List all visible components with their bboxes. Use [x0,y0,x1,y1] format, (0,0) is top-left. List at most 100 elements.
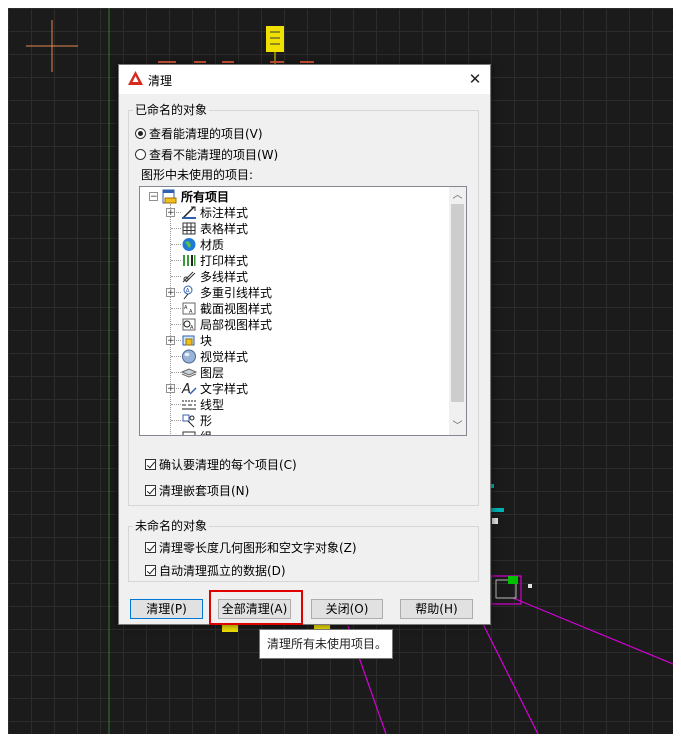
all-items-icon [162,189,177,203]
radio-label: 查看不能清理的项目(W) [149,148,279,162]
close-icon[interactable]: ✕ [464,68,486,90]
tree-item[interactable]: 材质 [181,236,224,252]
purge-button[interactable]: 清理(P) [130,599,203,619]
tree-item[interactable]: A 文字样式 [181,380,248,396]
tree-item[interactable]: 多线样式 [181,268,248,284]
tree-item-label: 多重引线样式 [200,285,273,300]
checkbox-label: 清理零长度几何图形和空文字对象(Z) [159,541,357,555]
tree-scrollbar[interactable]: ︿ ﹀ [449,187,466,435]
tree-item[interactable]: 表格样式 [181,220,248,236]
radio-view-unpurgeable[interactable]: 查看不能清理的项目(W) [135,146,278,163]
checkbox-label: 清理嵌套项目(N) [159,484,250,498]
unnamed-objects-label: 未命名的对象 [133,517,210,534]
radio-view-purgeable[interactable]: 查看能清理的项目(V) [135,125,263,142]
yellow-block-top [266,26,284,64]
tree-guide-line [171,244,181,245]
scroll-thumb[interactable] [451,204,464,402]
tree-item[interactable]: 组 [181,428,212,436]
check-zero-length[interactable]: 清理零长度几何图形和空文字对象(Z) [145,539,357,556]
tree-item-label: 打印样式 [200,253,249,268]
tree-item[interactable]: 标注样式 [181,204,248,220]
radio-indicator[interactable] [135,149,146,160]
linetype-icon [182,400,196,409]
tree-item-label: 标注样式 [200,205,249,220]
checkbox-indicator[interactable] [145,485,156,496]
multileader-style-icon: A [183,285,193,299]
checkbox-indicator[interactable] [145,459,156,470]
tree-item[interactable]: 打印样式 [181,252,248,268]
tree-item-label: 材质 [200,237,225,252]
tree-item-label: 视觉样式 [200,349,249,364]
layer-icon [181,367,197,378]
group-icon [182,431,196,435]
tree-item-label: 截面视图样式 [200,301,273,316]
text-style-icon: A [181,382,197,396]
block-icon [182,335,195,345]
check-confirm-each[interactable]: 确认要清理的每个项目(C) [145,456,297,473]
tree-item[interactable]: 视觉样式 [181,348,248,364]
tree-item-label: 表格样式 [200,221,249,236]
tree-root[interactable]: 所有项目 [162,188,229,204]
tree-guide-line [171,356,181,357]
tree-guide-line [171,308,181,309]
radio-label: 查看能清理的项目(V) [149,127,263,141]
tree-guide-line [171,324,181,325]
scroll-down-arrow-icon[interactable]: ﹀ [449,418,466,435]
table-style-icon [182,222,196,234]
tree-item[interactable]: A 多重引线样式 [181,284,272,300]
tree-item-label: 组 [200,428,212,436]
tree-guide-line [170,204,171,435]
tree-item[interactable]: A 局部视图样式 [181,316,272,332]
detail-view-style-icon: A [182,318,196,331]
dimension-style-icon [182,205,196,219]
material-globe-icon [182,237,196,251]
section-view-style-icon: AA [182,302,196,315]
highlight-frame [209,590,303,625]
tree-root-label: 所有项目 [181,189,230,204]
purge-all-tooltip: 清理所有未使用项目。 [259,629,393,659]
tree-item-label: 图层 [200,365,225,380]
tree-expand-icon[interactable]: + [166,336,175,346]
svg-text:A: A [189,309,193,315]
svg-text:A: A [190,325,194,331]
radio-indicator[interactable] [135,128,146,139]
crosshair-cursor-icon [26,20,78,72]
close-button[interactable]: 关闭(O) [311,599,383,619]
named-objects-label: 已命名的对象 [133,101,210,118]
tree-item[interactable]: 线型 [181,396,224,412]
tree-item-label: 局部视图样式 [200,317,273,332]
tree-guide-line [171,276,181,277]
dialog-title: 清理 [148,74,173,88]
help-button[interactable]: 帮助(H) [400,599,473,619]
multiline-style-icon [182,271,196,282]
visual-style-icon [182,349,196,363]
svg-text:A: A [184,305,188,311]
tree-guide-line [171,420,181,421]
check-purge-nested[interactable]: 清理嵌套项目(N) [145,482,249,499]
checkbox-label: 自动清理孤立的数据(D) [159,564,286,578]
shape-icon [182,414,195,427]
check-orphaned-data[interactable]: 自动清理孤立的数据(D) [145,562,286,579]
tree-item-label: 线型 [200,397,225,412]
tree-item[interactable]: 图层 [181,364,224,380]
dialog-titlebar[interactable]: 清理 ✕ [119,65,490,94]
tree-expand-icon[interactable]: + [166,288,175,298]
tree-item-label: 形 [200,413,213,428]
tree-guide-line [171,404,181,405]
small-drawing-details [488,484,532,599]
tree-guide-line [171,228,181,229]
checkbox-indicator[interactable] [145,542,156,553]
tree-item[interactable]: 块 [181,332,212,348]
tree-expand-icon[interactable]: + [166,384,175,394]
tree-guide-line [171,372,181,373]
svg-text:A: A [181,382,191,396]
autocad-logo-icon [128,71,143,85]
tree-item-label: 块 [200,333,213,348]
tree-collapse-icon[interactable]: − [149,192,158,202]
tree-item[interactable]: A A 截面视图样式 [181,300,272,316]
tree-item[interactable]: 形 [181,412,212,428]
tree-expand-icon[interactable]: + [166,208,175,218]
scroll-up-arrow-icon[interactable]: ︿ [449,187,466,204]
unused-items-tree[interactable]: − 所有项目 + 标注样式 表格样式 材质 打印样式 多线样式 + A 多重引线样式 A A 截面视图… [139,186,467,436]
checkbox-indicator[interactable] [145,565,156,576]
